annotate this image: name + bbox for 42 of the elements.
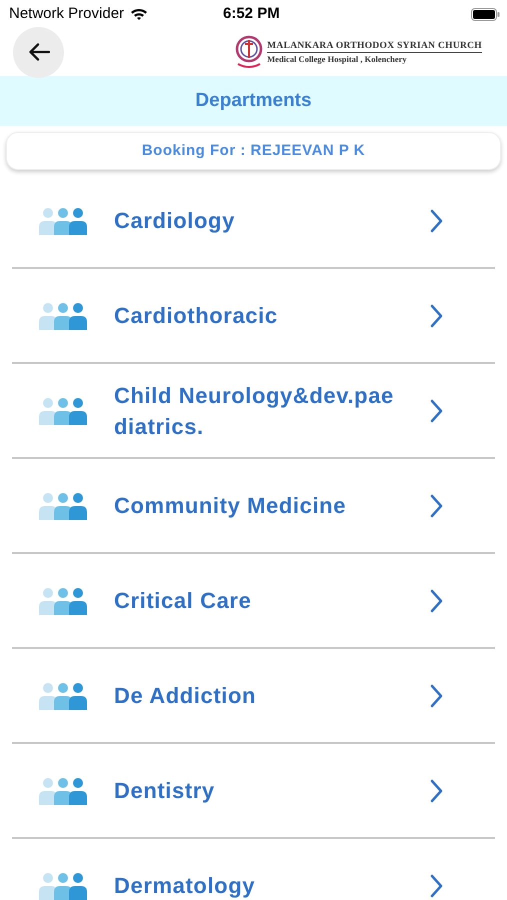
chevron-right-icon (430, 398, 443, 422)
chevron-right-icon (430, 778, 443, 802)
department-name: Dentistry (114, 777, 216, 805)
logo-subtitle: Medical College Hospital , Kolenchery (267, 52, 408, 64)
wifi-icon (130, 7, 148, 21)
chevron-right-icon (430, 208, 443, 232)
department-item[interactable]: Dentistry (12, 744, 495, 839)
department-item[interactable]: Dermatology (12, 839, 495, 900)
department-name: Cardiothoracic (114, 302, 279, 330)
department-name: Cardiology (114, 207, 236, 235)
department-item[interactable]: Community Medicine (12, 459, 495, 554)
department-item[interactable]: De Addiction (12, 649, 495, 744)
chevron-right-icon (430, 684, 443, 708)
booking-for-text: Booking For : REJEEVAN P K (142, 140, 366, 161)
department-item[interactable]: Critical Care (12, 554, 495, 649)
department-item[interactable]: Cardiothoracic (12, 269, 495, 364)
people-group-icon (39, 492, 87, 520)
people-group-icon (39, 206, 87, 234)
page-title: Departments (195, 88, 312, 113)
people-group-icon (39, 396, 87, 424)
department-item[interactable]: Child Neurology&dev.paediatrics. (12, 364, 495, 459)
battery-icon (471, 8, 500, 20)
department-name: Community Medicine (114, 492, 348, 520)
people-group-icon (39, 586, 87, 614)
logo-title: MALANKARA ORTHODOX SYRIAN CHURCH (267, 40, 482, 52)
chevron-right-icon (430, 874, 443, 898)
chevron-right-icon (430, 588, 443, 612)
back-arrow-icon (28, 43, 50, 61)
people-group-icon (39, 302, 87, 330)
chevron-right-icon (430, 494, 443, 518)
department-name: De Addiction (114, 682, 258, 710)
chevron-right-icon (430, 304, 443, 328)
department-item[interactable]: Cardiology (12, 174, 495, 269)
emblem-icon (234, 34, 264, 70)
department-name: Child Neurology&dev.paediatrics. (114, 382, 394, 440)
department-name: Dermatology (114, 872, 256, 900)
department-name: Critical Care (114, 587, 252, 615)
status-time: 6:52 PM (223, 4, 280, 24)
people-group-icon (39, 776, 87, 804)
people-group-icon (39, 872, 87, 900)
people-group-icon (39, 682, 87, 710)
carrier-name: Network Provider (9, 4, 124, 24)
